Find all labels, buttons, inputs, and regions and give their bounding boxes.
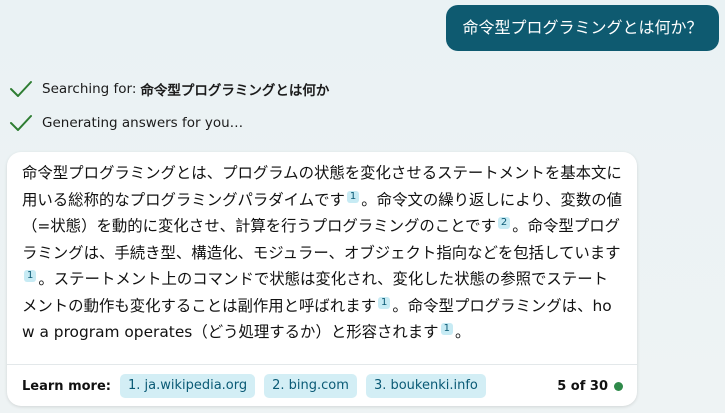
checkmark-icon [10, 81, 32, 97]
citation-badge[interactable]: 1 [24, 270, 37, 282]
user-message-text: 命令型プログラミングとは何か？ [462, 18, 703, 37]
generating-label: Generating answers for you… [42, 115, 244, 131]
answer-card: 命令型プログラミングとは、プログラムの状態を変化させるステートメントを基本文に用… [7, 152, 637, 406]
citation-badge[interactable]: 1 [378, 296, 391, 309]
card-divider [7, 364, 637, 365]
checkmark-icon [10, 115, 32, 131]
status-dot-icon [614, 381, 623, 391]
source-link-boukenki[interactable]: 3. boukenki.info [365, 374, 486, 398]
source-link-wikipedia[interactable]: 1. ja.wikipedia.org [119, 374, 256, 398]
learn-more-label: Learn more: [22, 378, 111, 394]
searching-status: Searching for: 命令型プログラミングとは何か [9, 78, 329, 100]
searching-query: 命令型プログラミングとは何か [140, 83, 330, 99]
citation-badge[interactable]: 2 [497, 217, 511, 229]
response-count-text: 5 of 30 [557, 378, 608, 394]
user-message-bubble: 命令型プログラミングとは何か？ [446, 5, 719, 51]
learn-more-bar: Learn more: 1. ja.wikipedia.org 2. bing.… [22, 374, 623, 398]
source-link-bing[interactable]: 2. bing.com [264, 374, 357, 398]
searching-label: Searching for: [42, 81, 137, 97]
citation-badge[interactable]: 1 [346, 190, 360, 203]
response-counter: 5 of 30 [557, 379, 623, 394]
generating-status: Generating answers for you… [9, 112, 243, 134]
citation-badge[interactable]: 1 [440, 323, 453, 335]
answer-segment: 。 [454, 323, 471, 341]
answer-text: 命令型プログラミングとは、プログラムの状態を変化させるステートメントを基本文に用… [22, 160, 622, 346]
